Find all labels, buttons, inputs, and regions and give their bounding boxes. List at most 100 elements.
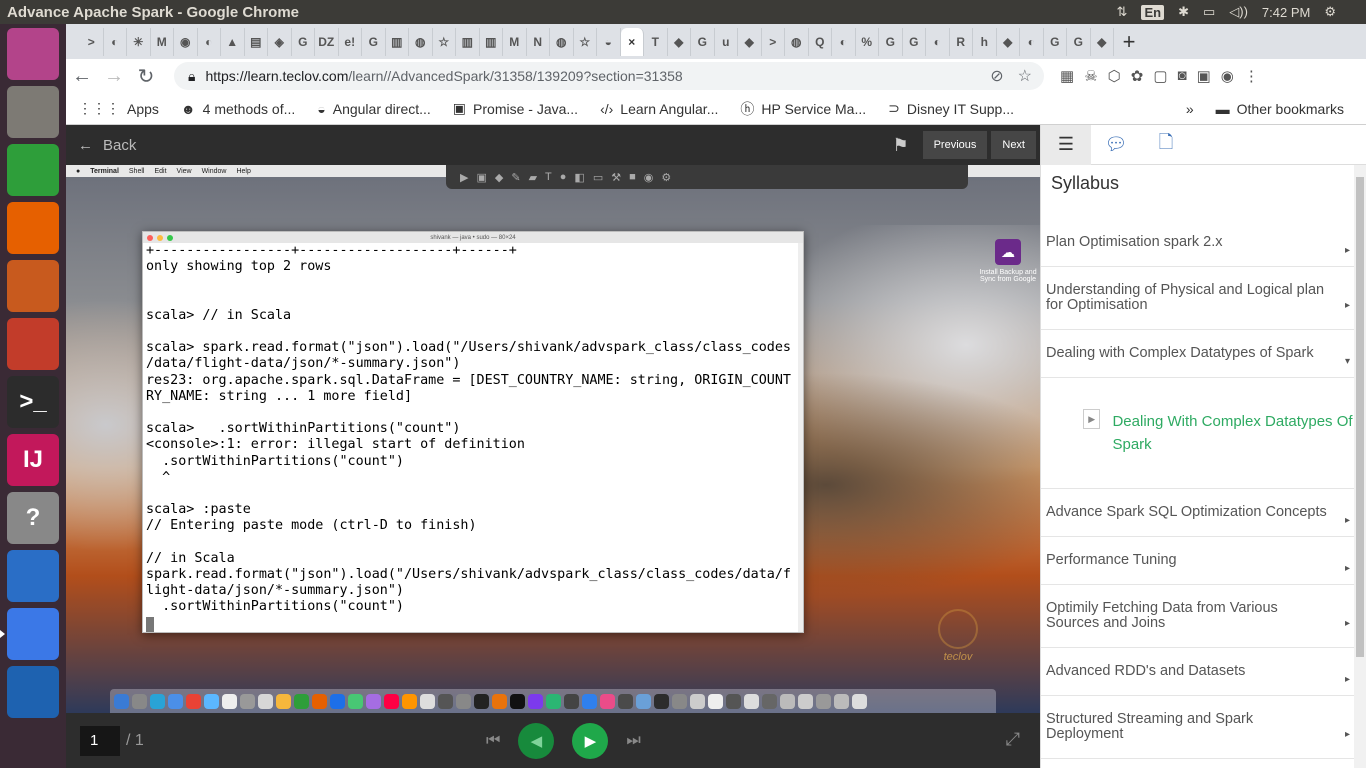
browser-tab[interactable]: ◒ <box>597 27 621 56</box>
fullscreen-icon[interactable]: ⤢ <box>1006 729 1020 750</box>
dock-app-icon[interactable] <box>240 693 255 709</box>
dock-app-icon[interactable] <box>114 693 129 709</box>
browser-tab[interactable]: ▥ <box>386 27 409 56</box>
extension-icon[interactable]: ⬡ <box>1108 67 1121 85</box>
video-frame[interactable]: ● Terminal Shell Edit View Window Help ▶ ▣ ◆ ✎ ▰ T ●… <box>66 165 1040 713</box>
terminal-window[interactable]: shivank — java • sudo — 80×24 +---------… <box>142 231 804 633</box>
syllabus-section[interactable]: Advance Spark SQL Optimization Concepts ▸ <box>1041 489 1366 537</box>
syllabus-section[interactable]: Dealing with Complex Datatypes of Spark ▾ <box>1041 330 1366 378</box>
eraser-icon[interactable]: ◧ <box>574 171 584 184</box>
mac-menu-item[interactable]: Edit <box>154 168 166 175</box>
dock-app-icon[interactable] <box>654 693 669 709</box>
syllabus-section[interactable]: Performance Tuning ▸ <box>1041 537 1366 585</box>
browser-tab[interactable]: ▥ <box>480 27 503 56</box>
bookmark-item[interactable]: ⊃ Disney IT Supp... <box>888 100 1014 117</box>
browser-tab[interactable]: ☆ <box>433 27 456 56</box>
virtualbox-icon[interactable] <box>7 666 59 718</box>
ubuntu-dash-icon[interactable] <box>7 28 59 80</box>
browser-tab[interactable]: ◍ <box>550 27 574 56</box>
tool-icon[interactable]: ⚒ <box>611 171 621 184</box>
browser-tab[interactable]: ◍ <box>409 27 433 56</box>
browser-tab[interactable]: ◆ <box>1091 27 1114 56</box>
browser-tab[interactable]: Q <box>809 27 832 56</box>
dock-app-icon[interactable] <box>276 693 291 709</box>
dock-app-icon[interactable] <box>186 693 201 709</box>
camera-icon[interactable]: ◙ <box>1178 67 1187 85</box>
browser-tab[interactable]: ◈ <box>268 27 292 56</box>
browser-tab[interactable]: R <box>950 27 973 56</box>
sidebar-scrollbar[interactable] <box>1354 165 1366 768</box>
extension-icon[interactable]: ▢ <box>1153 67 1167 85</box>
volume-icon[interactable]: ◁)) <box>1229 4 1248 20</box>
dock-app-icon[interactable] <box>150 693 165 709</box>
dock-app-icon[interactable] <box>168 693 183 709</box>
rewind-button[interactable]: ◀ <box>518 723 555 759</box>
extension-icon[interactable]: ☠ <box>1084 67 1097 85</box>
syllabus-section[interactable]: Structured Streaming and Spark Deploymen… <box>1041 696 1366 759</box>
play-button[interactable]: ▶ <box>572 723 609 759</box>
browser-tab[interactable]: G <box>1044 27 1067 56</box>
shape-icon[interactable]: ● <box>560 171 567 183</box>
firefox-icon[interactable] <box>7 202 59 254</box>
tab-discussion[interactable]: 💬︎ <box>1091 125 1141 165</box>
syllabus-section[interactable]: Optimily Fetching Data from Various Sour… <box>1041 585 1366 648</box>
network-transfer-icon[interactable]: ⇅ <box>1117 4 1128 20</box>
syllabus-section[interactable]: Plan Optimisation spark 2.x ▸ <box>1041 219 1366 267</box>
bookmark-item[interactable]: ⋮⋮⋮ Apps <box>78 100 159 117</box>
dock-app-icon[interactable] <box>510 693 525 709</box>
bookmark-star-icon[interactable]: ☆ <box>1018 66 1032 86</box>
terminal-output[interactable]: +-----------------+-------------------+-… <box>143 243 803 632</box>
browser-tab[interactable]: > <box>762 27 785 56</box>
dock-app-icon[interactable] <box>708 693 723 709</box>
dock-app-icon[interactable] <box>744 693 759 709</box>
dock-app-icon[interactable] <box>348 693 363 709</box>
extension-icon[interactable]: ▦ <box>1060 67 1074 85</box>
user-avatar[interactable]: ◉ <box>1221 67 1234 85</box>
menu-icon[interactable]: ⋮ <box>1244 67 1259 85</box>
dock-app-icon[interactable] <box>420 693 435 709</box>
browser-tab[interactable]: ✳ <box>127 27 151 56</box>
help-icon[interactable]: ? <box>7 492 59 544</box>
battery-icon[interactable]: ▭ <box>1203 4 1215 20</box>
pointer-icon[interactable]: ▶ <box>460 171 468 184</box>
browser-tab[interactable]: ◐ <box>198 27 221 56</box>
back-arrow-icon[interactable]: ← <box>66 65 98 88</box>
terminal-scrollbar[interactable] <box>798 243 803 632</box>
mac-menu-item[interactable]: Terminal <box>90 168 119 175</box>
page-input[interactable]: 1 <box>80 725 120 756</box>
skip-to-start-icon[interactable]: ⏮ <box>486 732 500 750</box>
browser-tab[interactable]: h <box>973 27 997 56</box>
apple-icon[interactable]: ● <box>76 168 80 175</box>
other-bookmarks[interactable]: ▬ Other bookmarks <box>1216 101 1344 117</box>
clock[interactable]: 7:42 PM <box>1262 5 1310 20</box>
tool-icon[interactable]: ▣ <box>476 171 486 184</box>
dock-app-icon[interactable] <box>618 693 633 709</box>
bookmark-item[interactable]: ▣ Promise - Java... <box>453 100 578 117</box>
browser-tab[interactable]: ◆ <box>738 27 762 56</box>
desktop-icon-backup-sync[interactable]: ☁ Install Backup and Sync from Google <box>978 239 1038 283</box>
browser-tab[interactable]: ▤ <box>245 27 268 56</box>
browser-tab[interactable]: N <box>527 27 550 56</box>
intellij-icon[interactable]: IJ <box>7 434 59 486</box>
new-tab-button[interactable]: + <box>1114 29 1144 55</box>
dock-app-icon[interactable] <box>636 693 651 709</box>
dock-app-icon[interactable] <box>402 693 417 709</box>
browser-tab[interactable]: u <box>715 27 738 56</box>
dock-app-icon[interactable] <box>690 693 705 709</box>
browser-tab[interactable]: G <box>903 27 926 56</box>
mac-menu-item[interactable]: Shell <box>129 168 145 175</box>
address-bar[interactable]: 🔒︎ https://learn.teclov.com/learn//Advan… <box>174 62 1044 90</box>
text-icon[interactable]: T <box>545 171 552 183</box>
document-icon[interactable] <box>7 550 59 602</box>
dock-app-icon[interactable] <box>384 693 399 709</box>
browser-tab[interactable]: G <box>879 27 903 56</box>
browser-tab[interactable]: × <box>620 27 644 56</box>
dock-app-icon[interactable] <box>600 693 615 709</box>
syllabus-section[interactable]: Understanding of Physical and Logical pl… <box>1041 267 1366 330</box>
browser-tab[interactable]: ▥ <box>456 27 480 56</box>
dock-app-icon[interactable] <box>474 693 489 709</box>
dock-app-icon[interactable] <box>132 693 147 709</box>
extension-icon[interactable]: ✿ <box>1131 67 1144 85</box>
browser-tab[interactable]: G <box>292 27 315 56</box>
dock-app-icon[interactable] <box>222 693 237 709</box>
